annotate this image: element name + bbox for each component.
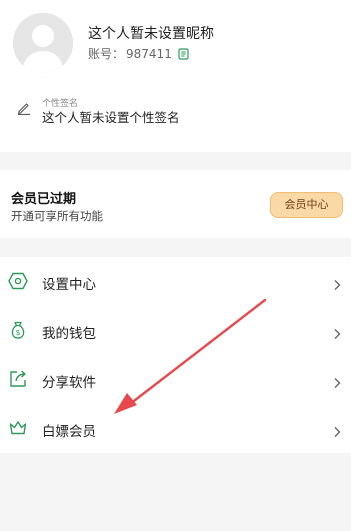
chevron-right-icon xyxy=(333,374,341,393)
default-avatar-icon xyxy=(13,13,73,73)
copy-icon[interactable] xyxy=(178,47,189,60)
signature-text: 这个人暂未设置个性签名 xyxy=(42,110,180,125)
menu-item-share[interactable]: 分享软件 xyxy=(0,355,351,404)
menu-list: 设置中心 $ 我的钱包 分享软件 白嫖会员 xyxy=(0,257,351,453)
profile-page: 这个人暂未设置昵称 账号： 987411 个性签名 这个人暂未设置个性签名 会员… xyxy=(0,0,351,531)
svg-text:$: $ xyxy=(16,328,21,337)
menu-item-settings[interactable]: 设置中心 xyxy=(0,257,351,306)
menu-item-free-vip[interactable]: 白嫖会员 xyxy=(0,404,351,453)
chevron-right-icon xyxy=(333,325,341,344)
member-center-button[interactable]: 会员中心 xyxy=(270,192,343,218)
membership-status: 会员已过期 xyxy=(11,192,77,207)
share-icon xyxy=(8,369,28,393)
account-value: 987411 xyxy=(126,46,172,61)
menu-item-label: 设置中心 xyxy=(42,277,96,293)
menu-item-label: 我的钱包 xyxy=(42,326,96,342)
chevron-right-icon xyxy=(333,276,341,295)
menu-item-label: 分享软件 xyxy=(42,375,96,391)
wallet-money-bag-icon: $ xyxy=(8,320,28,344)
membership-subtitle: 开通可享所有功能 xyxy=(11,209,103,223)
settings-hexagon-icon xyxy=(8,271,28,295)
avatar[interactable] xyxy=(13,13,73,73)
edit-pencil-icon xyxy=(17,100,31,119)
nickname[interactable]: 这个人暂未设置昵称 xyxy=(88,23,214,43)
chevron-right-icon xyxy=(333,423,341,442)
profile-card: 这个人暂未设置昵称 账号： 987411 个性签名 这个人暂未设置个性签名 xyxy=(0,0,351,152)
account-label: 账号： xyxy=(88,47,125,61)
menu-item-wallet[interactable]: $ 我的钱包 xyxy=(0,306,351,355)
account-id: 账号： 987411 xyxy=(88,45,189,62)
signature-row[interactable]: 个性签名 这个人暂未设置个性签名 xyxy=(17,96,337,126)
menu-item-label: 白嫖会员 xyxy=(42,424,96,440)
crown-icon xyxy=(8,418,28,442)
